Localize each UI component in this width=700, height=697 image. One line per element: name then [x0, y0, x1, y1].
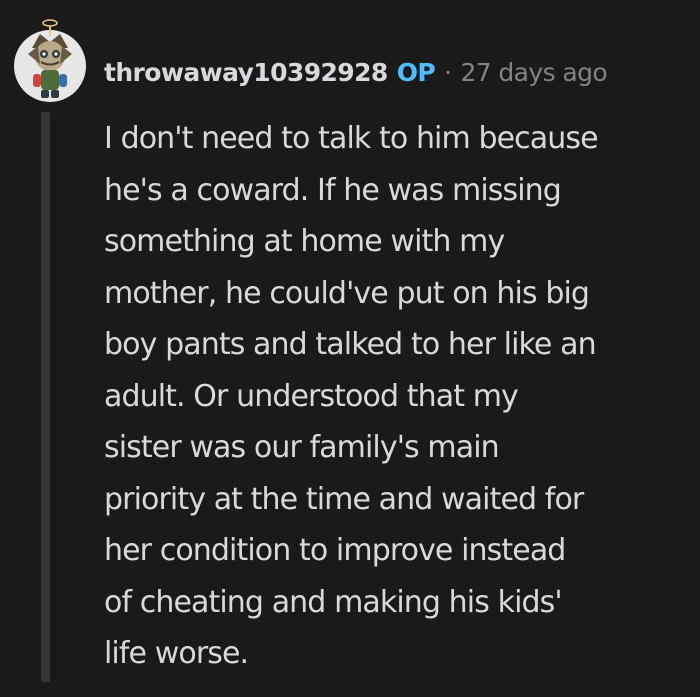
- comment-line: boy pants and talked to her like an: [104, 327, 597, 362]
- comment-line: mother, he could've put on his big: [104, 275, 590, 311]
- comment-line: he's a coward. If he was missing: [104, 172, 562, 208]
- meta-separator: ·: [444, 57, 452, 87]
- comment-line: priority at the time and waited for: [104, 481, 584, 517]
- thread-collapse-line[interactable]: [41, 112, 50, 682]
- comment: throwaway10392928 OP · 27 days ago I don…: [0, 0, 700, 697]
- comment-timestamp[interactable]: 27 days ago: [460, 58, 607, 87]
- comment-line: life worse.: [104, 636, 249, 671]
- comment-line: of cheating and making his kids': [104, 584, 563, 620]
- comment-line: her condition to improve instead: [104, 533, 566, 568]
- user-avatar-icon[interactable]: [14, 14, 86, 104]
- comment-line: something at home with my: [104, 224, 505, 259]
- comment-line: sister was our family's main: [104, 430, 500, 465]
- op-badge: OP: [396, 57, 436, 87]
- comment-line: I don't need to talk to him because: [104, 121, 599, 156]
- comment-body: I don't need to talk to him because he's…: [104, 113, 694, 680]
- comment-meta: throwaway10392928 OP · 27 days ago: [104, 52, 608, 92]
- author-username[interactable]: throwaway10392928: [104, 58, 388, 87]
- comment-line: adult. Or understood that my: [104, 378, 519, 414]
